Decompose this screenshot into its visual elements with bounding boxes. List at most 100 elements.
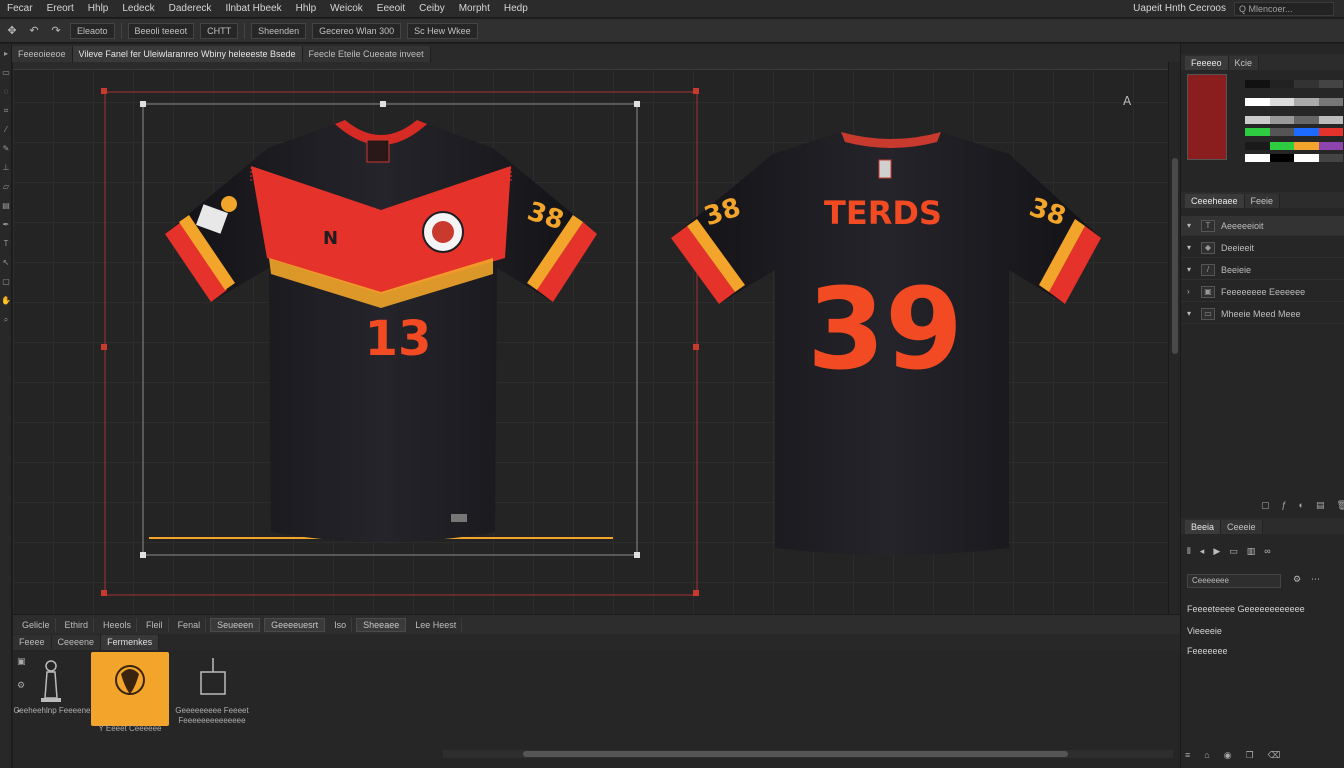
doc-tab[interactable]: Feeeoieeoe [12,46,73,62]
menu-item[interactable]: Ereort [40,3,81,14]
library-tab[interactable]: Feeee [13,635,52,650]
folder-icon[interactable]: ▤ [1316,500,1325,511]
option-field[interactable]: CHTT [200,22,239,39]
gradient-tool-icon[interactable]: ▤ [0,196,12,215]
new-layer-icon[interactable]: ▢ [1261,500,1270,511]
library-tab[interactable]: Ceeeene [51,635,102,650]
hand-tool-icon[interactable]: ✋ [0,291,12,310]
fx-icon[interactable]: ƒ [1282,500,1287,511]
align-icon[interactable]: ⫴ [1187,546,1191,557]
menu-item[interactable]: Hedp [497,3,535,14]
type-tool-icon[interactable]: T [0,234,12,253]
shape-tool-icon[interactable]: ▢ [0,272,12,291]
crop-tool-icon[interactable]: ⌗ [0,101,12,120]
lasso-tool-icon[interactable]: ◌ [0,82,12,101]
panel-tab[interactable]: Feeie [1244,194,1281,208]
adjust-icon[interactable]: ⚙ [1293,574,1301,585]
library-asset-selected[interactable] [91,652,169,726]
artboard-handle[interactable] [693,590,699,596]
canvas-vertical-scrollbar[interactable] [1168,62,1180,614]
artboard-handle[interactable] [693,88,699,94]
redo-icon[interactable]: ↷ [48,23,64,39]
canvas[interactable]: N 13 38 TERDS 39 38 38 A [13,62,1168,614]
status-field[interactable]: Geeeeuesrt [264,617,326,632]
swatch-row[interactable] [1245,80,1343,88]
status-item[interactable]: Fenal [173,617,207,632]
property-line[interactable]: Vieeeeie [1187,626,1222,636]
status-item[interactable]: Lee Heest [410,617,463,632]
status-item[interactable]: Fleil [141,617,169,632]
panel-tab[interactable]: Beeia [1185,520,1222,534]
option-field[interactable]: Sc Hew Wkee [407,22,478,39]
option-field[interactable]: Beeoli teeeot [127,22,195,39]
status-item[interactable]: Heeols [98,617,138,632]
trash-icon[interactable]: ⌫ [1268,750,1281,761]
option-field[interactable]: Sheenden [251,22,307,39]
panel-tab[interactable]: Feeeeo [1185,56,1229,70]
workspace-switcher[interactable]: Uapeit Hnth Cecroos [1133,3,1226,14]
preview-thumbnail[interactable] [1187,74,1227,160]
menu-item[interactable]: Hhlp [81,3,116,14]
swatch-row[interactable] [1245,142,1343,150]
status-item[interactable]: Iso [329,617,353,632]
artboard-handle[interactable] [101,88,107,94]
status-item[interactable]: Ethird [60,617,95,632]
mask-icon[interactable]: ◐ [1299,500,1304,511]
pen-tool-icon[interactable]: ✒ [0,215,12,234]
doc-tab[interactable]: Feecle Eteile Cueeate inveet [302,46,431,62]
chevron-right-icon[interactable]: › [1187,287,1195,296]
lock-icon[interactable]: ⌂ [1204,750,1209,761]
layer-row[interactable]: ▾ ◆ Deeieeit [1181,238,1344,258]
scrollbar-thumb[interactable] [1172,158,1178,354]
move-tool-icon[interactable]: ▸ [0,44,12,63]
transform-handle[interactable] [380,101,386,107]
zoom-tool-icon[interactable]: ⌕ [0,310,12,329]
transform-handle[interactable] [140,101,146,107]
property-line[interactable]: Feeeeteeee Geeeeeeeeeeee [1187,604,1305,614]
move-tool-icon[interactable]: ✥ [4,23,20,39]
search-input[interactable]: Q Mlencoer... [1234,1,1334,16]
grid-icon[interactable]: ▥ [1247,546,1256,557]
layer-row[interactable]: ▾ T Aeeeeeioit [1181,216,1344,236]
property-line[interactable]: Feeeeeee [1187,646,1228,656]
menu-item[interactable]: Dadereck [162,3,219,14]
layer-row[interactable]: › ▣ Feeeeeeee Eeeeeee [1181,282,1344,302]
transform-handle[interactable] [634,552,640,558]
trash-icon[interactable]: 🗑 [1336,500,1344,511]
rewind-icon[interactable]: ◂ [1200,546,1205,557]
chevron-down-icon[interactable]: ▾ [1187,221,1195,230]
options-icon[interactable]: ⋯ [1311,574,1320,585]
option-field[interactable]: Eleaoto [70,22,115,39]
library-tab-active[interactable]: Fermenkes [101,635,160,650]
swatch-row[interactable] [1245,116,1343,124]
library-horizontal-scrollbar[interactable] [443,750,1173,758]
list-icon[interactable]: ≡ [1185,750,1190,761]
eraser-tool-icon[interactable]: ▱ [0,177,12,196]
path-tool-icon[interactable]: ↖ [0,253,12,272]
play-icon[interactable]: ▶ [1213,546,1220,557]
chevron-down-icon[interactable]: ▾ [1187,265,1195,274]
menu-item[interactable]: Ledeck [115,3,161,14]
doc-tab-active[interactable]: Vileve Fanel fer Uleiwlaranreo Wbiny hel… [72,46,303,62]
menu-item[interactable]: Ilnbat Hbeek [218,3,288,14]
status-item[interactable]: Gelicle [17,617,56,632]
swatch-row[interactable] [1245,154,1343,162]
panel-tab[interactable]: Kcie [1228,56,1260,70]
swatch-row[interactable] [1245,98,1343,106]
menu-item[interactable]: Ceiby [412,3,452,14]
swatch-row[interactable] [1245,128,1343,136]
property-select[interactable]: Ceeeeeee [1187,574,1281,588]
menu-item[interactable]: Weicok [323,3,370,14]
option-field[interactable]: Gecereo Wlan 300 [312,22,402,39]
eye-icon[interactable]: ◉ [1224,750,1232,761]
scrollbar-thumb[interactable] [523,751,1068,757]
panel-tab[interactable]: Ceeeheaee [1185,194,1245,208]
artboard-handle[interactable] [101,590,107,596]
status-field[interactable]: Seueeen [210,617,261,632]
menu-item[interactable]: Eeeoit [370,3,412,14]
marquee-tool-icon[interactable]: ▭ [0,63,12,82]
transform-handle[interactable] [634,101,640,107]
menu-item[interactable]: Fecar [0,3,40,14]
status-field[interactable]: Sheeaee [356,617,407,632]
stamp-tool-icon[interactable]: ⊥ [0,158,12,177]
